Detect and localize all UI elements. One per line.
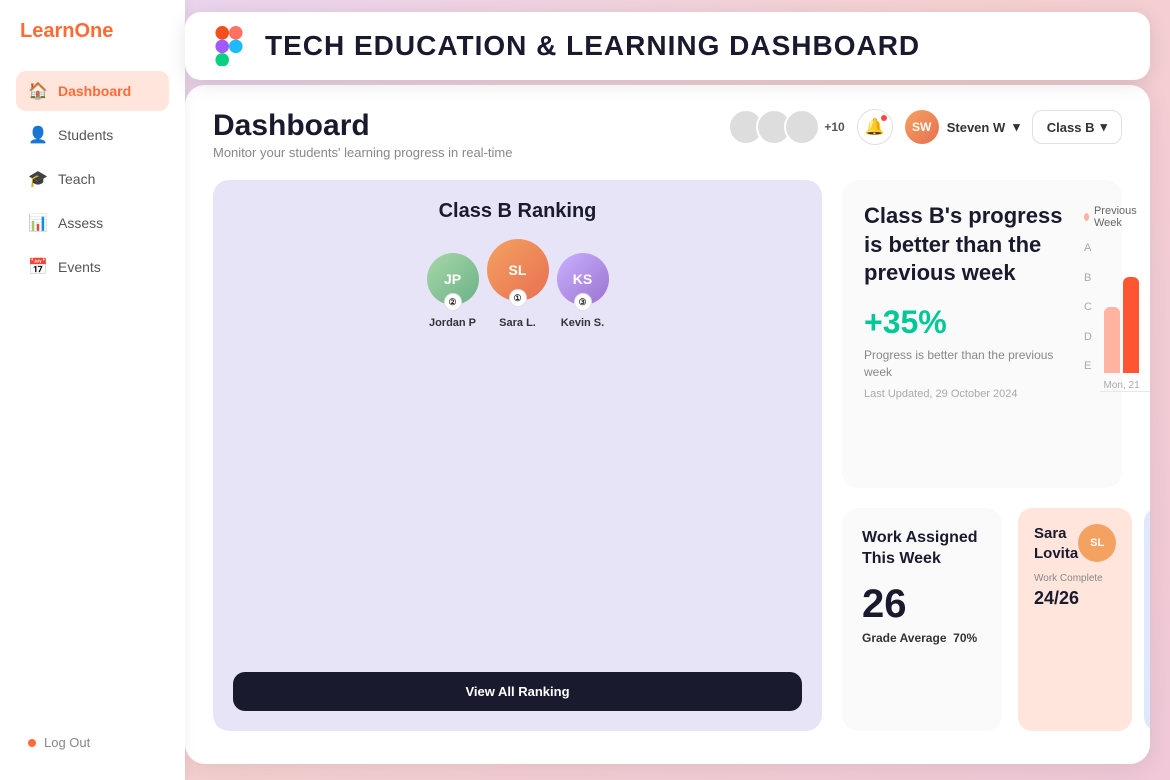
home-icon: 🏠 xyxy=(28,81,48,101)
bar-label: Mon, 21 xyxy=(1104,380,1140,391)
podium-avatar-second: JP ② xyxy=(427,253,479,305)
progress-info: Class B's progress is better than the pr… xyxy=(864,202,1064,466)
student-cards: Sara Lovita SL Work Complete 24/26 Kevin… xyxy=(1018,508,1150,731)
sidebar-item-dashboard[interactable]: 🏠 Dashboard xyxy=(16,71,169,111)
student-card-sara: Sara Lovita SL Work Complete 24/26 xyxy=(1018,508,1132,731)
sidebar-item-label: Events xyxy=(58,259,101,275)
progress-headline: Class B's progress is better than the pr… xyxy=(864,202,1064,288)
main-header: Dashboard Monitor your students' learnin… xyxy=(213,109,1122,160)
user-info[interactable]: SW Steven W ▾ xyxy=(905,110,1020,144)
grade-avg-value: 70% xyxy=(953,631,977,645)
sidebar-item-teach[interactable]: 🎓 Teach xyxy=(16,159,169,199)
notification-dot xyxy=(880,114,888,122)
header-right: +10 🔔 SW Steven W ▾ Class B ▾ xyxy=(728,109,1122,145)
logout-label: Log Out xyxy=(44,735,90,750)
user-avatar: SW xyxy=(905,110,939,144)
prev-week-dot xyxy=(1084,213,1089,221)
podium-item-second: JP ② Jordan P xyxy=(427,253,479,329)
events-icon: 📅 xyxy=(28,257,48,277)
work-summary: Work Assigned This Week 26 Grade Average… xyxy=(842,508,1002,731)
sidebar-item-label: Assess xyxy=(58,215,103,231)
work-count: 26 xyxy=(862,582,982,627)
prev-week-label: Previous Week xyxy=(1094,205,1140,229)
main-content: Dashboard Monitor your students' learnin… xyxy=(185,85,1150,764)
teach-icon: 🎓 xyxy=(28,169,48,189)
podium-avatar-first: SL ① xyxy=(487,239,549,301)
header-left: Dashboard Monitor your students' learnin… xyxy=(213,109,512,160)
page-subtitle: Monitor your students' learning progress… xyxy=(213,145,512,160)
user-name: Steven W xyxy=(947,120,1006,135)
class-selector-label: Class B xyxy=(1047,120,1095,135)
sidebar-item-students[interactable]: 👤 Students xyxy=(16,115,169,155)
sidebar-item-label: Dashboard xyxy=(58,83,131,99)
rank-medal-2: ② xyxy=(444,293,462,311)
student-avatar: SL xyxy=(1078,524,1116,562)
podium-name-third: Kevin S. xyxy=(561,317,604,329)
chevron-down-icon: ▾ xyxy=(1013,119,1020,135)
ranking-podium: JP ② Jordan P SL ① Sara L. KS xyxy=(233,239,802,329)
top-banner: TECH EDUCATION & LEARNING DASHBOARD xyxy=(185,12,1150,80)
curr-bar xyxy=(1123,277,1139,373)
student-card-kevin: Kevin S. KS Work Complete 20/26 xyxy=(1144,508,1150,731)
grade-avg: Grade Average 70% xyxy=(862,631,982,645)
bar-pair xyxy=(1100,277,1143,373)
percent-badge: +35% xyxy=(864,304,1064,341)
grade-avg-label: Grade Average xyxy=(862,631,947,645)
figma-icon xyxy=(209,26,249,66)
bars-container: Mon, 21 Tues, 22 xyxy=(1100,242,1150,392)
assess-icon: 📊 xyxy=(28,213,48,233)
chart-y-labels: A B C D E xyxy=(1084,242,1092,392)
podium-item-third: KS ③ Kevin S. xyxy=(557,253,609,329)
podium-name-first: Sara L. xyxy=(499,317,536,329)
chart-area: Previous Week This Week October ▾ xyxy=(1084,202,1150,466)
sidebar-item-label: Teach xyxy=(58,171,95,187)
podium-item-first: SL ① Sara L. xyxy=(487,239,549,329)
sidebar: LearnOne 🏠 Dashboard 👤 Students 🎓 Teach … xyxy=(0,0,185,780)
avatar-count: +10 xyxy=(824,120,844,134)
bar-group-mon: Mon, 21 xyxy=(1100,277,1143,391)
work-label: Work Complete xyxy=(1034,573,1116,584)
chevron-down-icon: ▾ xyxy=(1100,119,1107,135)
avatar-stack: +10 xyxy=(728,109,844,145)
avatar xyxy=(784,109,820,145)
ranking-card: Class B Ranking JP ② Jordan P SL ① S xyxy=(213,180,822,731)
content-grid: Class B's progress is better than the pr… xyxy=(213,180,1122,731)
last-updated: Last Updated, 29 October 2024 xyxy=(864,388,1064,400)
students-icon: 👤 xyxy=(28,125,48,145)
sidebar-item-label: Students xyxy=(58,127,113,143)
view-all-ranking-button[interactable]: View All Ranking xyxy=(233,672,802,711)
class-selector[interactable]: Class B ▾ xyxy=(1032,110,1122,144)
notification-button[interactable]: 🔔 xyxy=(857,109,893,145)
rank-medal-1: ① xyxy=(509,289,527,307)
logo: LearnOne xyxy=(16,20,169,43)
chart-body: A B C D E Mon, 21 xyxy=(1084,242,1150,392)
podium-avatar-third: KS ③ xyxy=(557,253,609,305)
banner-title: TECH EDUCATION & LEARNING DASHBOARD xyxy=(265,30,920,62)
sc-header: Sara Lovita SL xyxy=(1034,524,1116,563)
rank-medal-3: ③ xyxy=(574,293,592,311)
page-title: Dashboard xyxy=(213,109,512,143)
sidebar-item-assess[interactable]: 📊 Assess xyxy=(16,203,169,243)
chart-header: Previous Week This Week October ▾ xyxy=(1084,202,1150,232)
logout-button[interactable]: Log Out xyxy=(16,725,169,760)
podium-name-second: Jordan P xyxy=(429,317,476,329)
progress-description: Progress is better than the previous wee… xyxy=(864,347,1064,381)
bottom-row: Work Assigned This Week 26 Grade Average… xyxy=(842,508,1122,731)
logout-dot-icon xyxy=(28,739,36,747)
student-name: Sara Lovita xyxy=(1034,524,1078,563)
chart-legend: Previous Week This Week xyxy=(1084,205,1150,229)
work-summary-title: Work Assigned This Week xyxy=(862,528,982,570)
ranking-title: Class B Ranking xyxy=(439,200,597,223)
sidebar-item-events[interactable]: 📅 Events xyxy=(16,247,169,287)
prev-week-legend: Previous Week xyxy=(1084,205,1140,229)
progress-card: Class B's progress is better than the pr… xyxy=(842,180,1122,488)
work-progress: 24/26 xyxy=(1034,588,1116,609)
prev-bar xyxy=(1104,307,1120,373)
